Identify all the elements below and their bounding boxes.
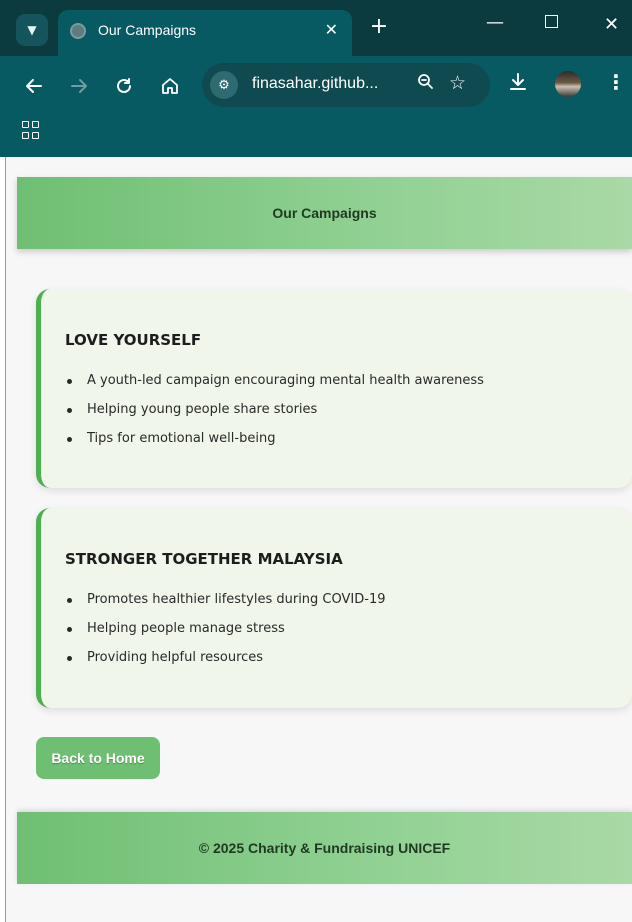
campaign-title: LOVE YOURSELF <box>65 331 202 349</box>
list-item: A youth-led campaign encouraging mental … <box>65 373 484 402</box>
back-to-home-button[interactable]: Back to Home <box>36 737 160 779</box>
apps-grid-icon[interactable] <box>22 121 40 139</box>
footer-copyright: © 2025 Charity & Fundraising UNICEF <box>198 840 451 856</box>
plus-icon[interactable]: + <box>366 14 392 40</box>
url-text[interactable]: finasahar.github... <box>252 75 378 93</box>
zoom-icon[interactable] <box>417 73 434 95</box>
home-icon[interactable] <box>156 72 184 100</box>
list-item: Helping young people share stories <box>65 402 484 431</box>
close-icon[interactable]: ✕ <box>325 20 338 39</box>
chevron-down-icon[interactable]: ▼ <box>16 14 48 46</box>
campaign-points: Promotes healthier lifestyles during COV… <box>65 592 385 679</box>
tab-title: Our Campaigns <box>98 22 197 38</box>
page-footer: © 2025 Charity & Fundraising UNICEF <box>17 812 632 884</box>
tab-bar: ▼ Our Campaigns ✕ + — ✕ <box>0 0 632 56</box>
star-icon[interactable]: ☆ <box>449 72 466 94</box>
browser-chrome: ▼ Our Campaigns ✕ + — ✕ ⚙ finasahar.gith… <box>0 0 632 157</box>
campaign-title: STRONGER TOGETHER MALAYSIA <box>65 550 343 568</box>
reload-icon[interactable] <box>110 72 138 100</box>
kebab-menu-icon[interactable]: ⋮ <box>606 70 626 94</box>
download-icon[interactable] <box>508 72 528 97</box>
list-item: Promotes healthier lifestyles during COV… <box>65 592 385 621</box>
back-arrow-icon[interactable] <box>20 72 48 100</box>
page-viewport: Our Campaigns LOVE YOURSELF A youth-led … <box>6 157 632 922</box>
page-header: Our Campaigns <box>17 177 632 249</box>
campaign-card: STRONGER TOGETHER MALAYSIA Promotes heal… <box>36 508 632 708</box>
tab-our-campaigns[interactable]: Our Campaigns ✕ <box>58 10 352 56</box>
globe-icon <box>70 23 86 39</box>
list-item: Helping people manage stress <box>65 621 385 650</box>
minimize-icon[interactable]: — <box>486 12 504 33</box>
list-item: Providing helpful resources <box>65 650 385 679</box>
address-bar[interactable]: ⚙ finasahar.github... ☆ <box>202 63 490 107</box>
list-item: Tips for emotional well-being <box>65 431 484 460</box>
maximize-icon[interactable] <box>545 15 558 28</box>
forward-arrow-icon[interactable] <box>65 72 93 100</box>
campaign-points: A youth-led campaign encouraging mental … <box>65 373 484 460</box>
campaign-card: LOVE YOURSELF A youth-led campaign encou… <box>36 289 632 488</box>
page-title: Our Campaigns <box>272 205 377 221</box>
window-close-icon[interactable]: ✕ <box>604 14 619 35</box>
profile-avatar[interactable] <box>555 71 581 97</box>
site-info-icon[interactable]: ⚙ <box>210 71 238 99</box>
